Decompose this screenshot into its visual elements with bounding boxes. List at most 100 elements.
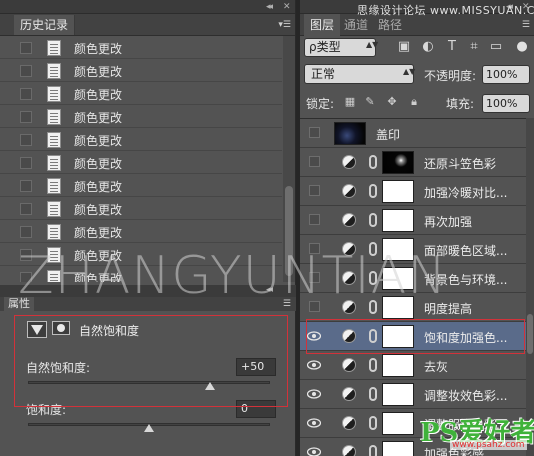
history-collapse-strip[interactable]: ◂◂ ✕ <box>0 0 295 14</box>
scroll-thumb[interactable] <box>527 314 533 354</box>
close-icon[interactable]: ✕ <box>283 2 290 12</box>
history-snapshot-checkbox[interactable] <box>20 203 32 215</box>
history-scrollbar[interactable] <box>283 36 295 282</box>
collapse-icon[interactable]: ◂◂ <box>266 285 273 295</box>
lock-brush-icon[interactable]: ✎ <box>364 96 376 108</box>
layer-mask-thumbnail[interactable] <box>382 180 414 203</box>
layer-mask-thumbnail[interactable] <box>382 354 414 377</box>
layer-mask-thumbnail[interactable] <box>382 151 414 174</box>
scroll-thumb[interactable] <box>285 186 293 276</box>
properties-collapse-strip[interactable]: ◂◂ <box>0 285 296 297</box>
layer-mask-thumbnail[interactable] <box>382 209 414 232</box>
link-icon[interactable] <box>369 445 377 456</box>
link-icon[interactable] <box>369 155 377 169</box>
link-icon[interactable] <box>369 329 377 343</box>
history-snapshot-checkbox[interactable] <box>20 226 32 238</box>
eye-icon[interactable] <box>307 388 321 400</box>
layers-scrollbar[interactable] <box>526 118 534 456</box>
tab-properties[interactable]: 属性 <box>4 297 34 311</box>
eye-icon[interactable] <box>307 359 321 371</box>
visibility-toggle[interactable] <box>309 185 320 196</box>
history-snapshot-checkbox[interactable] <box>20 88 32 100</box>
panel-menu-icon[interactable]: ☰ <box>522 20 530 30</box>
blend-mode-select[interactable]: 正常 <box>304 64 414 84</box>
history-item[interactable]: 颜色更改 <box>0 220 282 243</box>
lock-move-icon[interactable]: ✥ <box>386 96 398 108</box>
lock-transparent-icon[interactable]: ▦ <box>344 96 356 108</box>
link-icon[interactable] <box>369 242 377 256</box>
layer-mask-thumbnail[interactable] <box>382 441 414 456</box>
eye-icon[interactable] <box>307 330 321 342</box>
eye-icon[interactable] <box>307 446 321 456</box>
visibility-toggle[interactable] <box>309 214 320 225</box>
vibrance-slider[interactable] <box>28 381 270 384</box>
layer-row[interactable]: 调整服饰色彩... <box>300 409 526 438</box>
link-icon[interactable] <box>369 184 377 198</box>
history-item[interactable]: 颜色更改 <box>0 174 282 197</box>
lock-all-icon[interactable]: 🔒︎ <box>408 96 420 108</box>
layer-row[interactable]: 明度提高 <box>300 293 526 322</box>
panel-menu-icon[interactable]: ▾☰ <box>278 20 291 30</box>
layer-row[interactable]: 去灰 <box>300 351 526 380</box>
link-icon[interactable] <box>369 416 377 430</box>
history-snapshot-checkbox[interactable] <box>20 272 32 282</box>
history-item[interactable]: 颜色更改 <box>0 266 282 282</box>
collapse-icon[interactable]: ◂◂ <box>266 2 273 12</box>
shape-filter-icon[interactable]: ⌗ <box>466 39 482 55</box>
history-item[interactable]: 颜色更改 <box>0 197 282 220</box>
mask-icon[interactable] <box>52 321 70 335</box>
visibility-toggle[interactable] <box>309 272 320 283</box>
history-snapshot-checkbox[interactable] <box>20 134 32 146</box>
saturation-input[interactable]: 0 <box>236 400 276 418</box>
vibrance-slider-thumb[interactable] <box>204 382 215 390</box>
layer-mask-thumbnail[interactable] <box>382 412 414 435</box>
link-icon[interactable] <box>369 358 377 372</box>
adjustment-filter-icon[interactable]: ◐ <box>420 39 436 55</box>
filter-toggle-icon[interactable]: ● <box>514 39 530 55</box>
history-snapshot-checkbox[interactable] <box>20 157 32 169</box>
history-snapshot-checkbox[interactable] <box>20 180 32 192</box>
link-icon[interactable] <box>369 213 377 227</box>
opacity-input[interactable]: 100% <box>482 65 530 84</box>
history-item[interactable]: 颜色更改 <box>0 36 282 59</box>
history-item[interactable]: 颜色更改 <box>0 59 282 82</box>
saturation-slider-thumb[interactable] <box>144 424 154 432</box>
visibility-toggle[interactable] <box>309 127 320 138</box>
tab-layers[interactable]: 图层 <box>304 14 341 36</box>
history-item[interactable]: 颜色更改 <box>0 151 282 174</box>
layer-mask-thumbnail[interactable] <box>382 383 414 406</box>
visibility-toggle[interactable] <box>309 156 320 167</box>
layer-mask-thumbnail[interactable] <box>382 325 414 348</box>
layer-row[interactable]: 背景色与环境... <box>300 264 526 293</box>
layer-row[interactable]: 加强冷暖对比... <box>300 177 526 206</box>
history-item[interactable]: 颜色更改 <box>0 243 282 266</box>
link-icon[interactable] <box>369 387 377 401</box>
type-filter-icon[interactable]: T <box>444 39 460 55</box>
history-snapshot-checkbox[interactable] <box>20 42 32 54</box>
visibility-toggle[interactable] <box>309 243 320 254</box>
link-icon[interactable] <box>369 271 377 285</box>
panel-menu-icon[interactable]: ☰ <box>283 299 291 309</box>
history-item[interactable]: 颜色更改 <box>0 105 282 128</box>
history-snapshot-checkbox[interactable] <box>20 111 32 123</box>
history-snapshot-checkbox[interactable] <box>20 249 32 261</box>
tab-history[interactable]: 历史记录 <box>14 15 76 35</box>
layer-row[interactable]: 饱和度加强色... <box>300 322 526 351</box>
layer-row[interactable]: 盖印 <box>300 119 526 148</box>
smart-object-filter-icon[interactable]: ▭ <box>488 39 504 55</box>
link-icon[interactable] <box>369 300 377 314</box>
history-item[interactable]: 颜色更改 <box>0 82 282 105</box>
visibility-toggle[interactable] <box>309 301 320 312</box>
pixel-filter-icon[interactable]: ▣ <box>396 39 412 55</box>
layer-mask-thumbnail[interactable] <box>382 238 414 261</box>
layer-row[interactable]: 面部暖色区域... <box>300 235 526 264</box>
layer-row[interactable]: 调整妆效色彩... <box>300 380 526 409</box>
history-item[interactable]: 颜色更改 <box>0 128 282 151</box>
fill-input[interactable]: 100% <box>482 94 530 113</box>
layer-mask-thumbnail[interactable] <box>382 296 414 319</box>
layer-row[interactable]: 再次加强 <box>300 206 526 235</box>
vibrance-input[interactable]: +50 <box>236 358 276 376</box>
layer-row[interactable]: 加强色彩感 <box>300 438 526 456</box>
layer-mask-thumbnail[interactable] <box>382 267 414 290</box>
layer-row[interactable]: 还原斗笠色彩 <box>300 148 526 177</box>
